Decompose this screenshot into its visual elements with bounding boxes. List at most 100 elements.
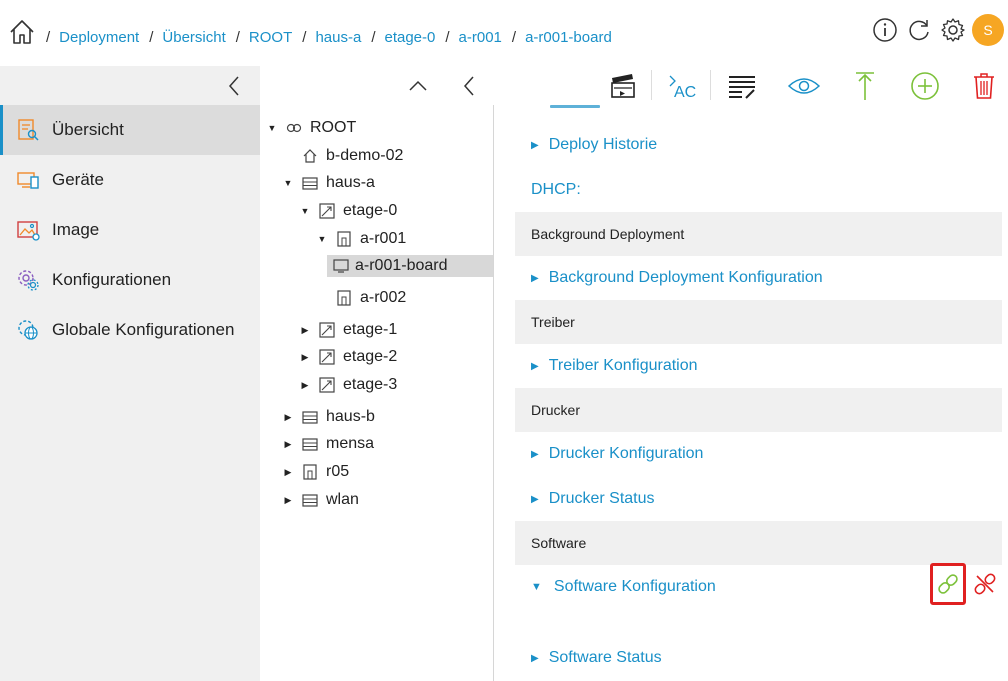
home-icon[interactable] [8,18,36,46]
expand-toggle-icon[interactable]: ▶ [299,352,311,363]
sidebar-item-image[interactable]: Image [0,205,260,255]
expand-toggle-icon[interactable]: ▼ [282,178,294,188]
expand-toggle-icon[interactable]: ▶ [282,495,294,506]
caret-down-icon: ▼ [531,581,542,593]
tree-node-a-r002[interactable]: a-r002 [316,287,406,309]
expand-toggle-icon[interactable]: ▶ [299,380,311,391]
tree-node-etage-0[interactable]: ▼ etage-0 [299,200,398,222]
tree-node-a-r001[interactable]: ▼ a-r001 [316,228,407,250]
sidebar: Übersicht Geräte Image Konfigurationen G… [0,66,260,681]
breadcrumb-deployment[interactable]: Deployment [59,29,139,46]
expand-toggle-icon[interactable]: ▼ [266,123,278,133]
tree-node-wlan[interactable]: ▶ wlan [282,489,359,511]
sidebar-item-label: Image [52,220,100,239]
caret-right-icon: ▶ [531,360,539,372]
dhcp-label: DHCP: [531,181,581,198]
building-icon [302,436,318,452]
room-icon [336,290,352,306]
collapse-tree-chevron-left-icon[interactable] [457,70,481,102]
expand-toggle-icon[interactable]: ▶ [299,325,311,336]
tree-node-haus-a[interactable]: ▼ haus-a [282,172,375,194]
tree-node-r05[interactable]: ▶ r05 [282,461,350,483]
sidebar-item-label: Geräte [52,170,104,189]
treiber-konfiguration-link[interactable]: ▶ Treiber Konfiguration [531,357,698,375]
section-header-treiber: Treiber [515,300,1002,344]
expand-toggle-icon[interactable]: ▶ [282,439,294,450]
refresh-icon[interactable] [902,14,936,46]
expand-toggle-icon[interactable]: ▼ [299,206,311,216]
unlink-chain-icon[interactable] [967,563,1003,605]
tree-node-etage-2[interactable]: ▶ etage-2 [299,346,398,368]
tree-node-etage-3[interactable]: ▶ etage-3 [299,374,398,396]
room-icon [302,464,318,480]
delete-trash-icon[interactable] [968,70,1000,102]
devices-icon [15,167,41,193]
building-icon [302,409,318,425]
upload-arrow-icon[interactable] [848,70,882,102]
sidebar-item-globale-konfigurationen[interactable]: Globale Konfigurationen [0,305,260,355]
tree-node-a-r001-board[interactable]: a-r001-board [327,255,493,277]
collapse-up-chevron-icon[interactable] [403,70,433,102]
tree-node-etage-1[interactable]: ▶ etage-1 [299,319,398,341]
add-plus-icon[interactable] [908,70,942,102]
sidebar-nav: Übersicht Geräte Image Konfigurationen G… [0,105,260,355]
svg-text:AC: AC [674,84,696,101]
software-konfiguration-link[interactable]: ▼ Software Konfiguration [531,578,716,596]
tree-node-haus-b[interactable]: ▶ haus-b [282,406,375,428]
breadcrumb-uebersicht[interactable]: Übersicht [162,29,225,46]
deploy-clapperboard-icon[interactable] [606,70,640,102]
breadcrumb-a-r001[interactable]: a-r001 [459,29,502,46]
list-edit-icon[interactable] [725,70,759,102]
building-icon [302,175,318,191]
sidebar-item-label: Konfigurationen [52,270,172,289]
breadcrumb-a-r001-board[interactable]: a-r001-board [525,29,612,46]
tree-node-root[interactable]: ▼ ROOT [266,117,357,139]
building-icon [302,492,318,508]
floor-icon [319,203,335,219]
caret-right-icon: ▶ [531,272,539,284]
config-icon [15,267,41,293]
room-icon [336,231,352,247]
floor-icon [319,349,335,365]
drucker-konfiguration-link[interactable]: ▶ Drucker Konfiguration [531,445,703,463]
detail-panel: ▶ Deploy Historie DHCP: Background Deplo… [495,105,1008,681]
drucker-status-link[interactable]: ▶ Drucker Status [531,490,655,508]
sidebar-item-label: Globale Konfigurationen [52,320,235,339]
user-avatar[interactable]: S [972,14,1004,46]
tree-node-b-demo-02[interactable]: b-demo-02 [282,145,403,167]
expand-toggle-icon[interactable]: ▶ [282,412,294,423]
info-icon[interactable] [868,14,902,46]
sidebar-item-label: Übersicht [52,120,124,139]
sidebar-item-konfigurationen[interactable]: Konfigurationen [0,255,260,305]
sidebar-item-uebersicht[interactable]: Übersicht [0,105,260,155]
breadcrumb-root[interactable]: ROOT [249,29,292,46]
expand-toggle-icon[interactable]: ▶ [282,467,294,478]
section-header-background-deployment: Background Deployment [515,212,1002,256]
deploy-historie-link[interactable]: ▶ Deploy Historie [531,136,657,154]
breadcrumb-etage-0[interactable]: etage-0 [384,29,435,46]
tree-panel: ▼ ROOT b-demo-02 ▼ haus-a ▼ etage-0 ▼ a-… [260,105,494,681]
ac-text-icon[interactable]: AC [662,70,702,102]
collapse-sidebar-chevron-left-icon[interactable] [226,74,242,98]
eye-icon[interactable] [786,70,822,102]
breadcrumb: / Deployment / Übersicht / ROOT / haus-a… [46,29,612,46]
expand-toggle-icon[interactable]: ▼ [316,234,328,244]
top-bar: / Deployment / Übersicht / ROOT / haus-a… [0,0,1008,66]
sidebar-item-geraete[interactable]: Geräte [0,155,260,205]
link-chain-icon[interactable] [930,563,966,605]
caret-right-icon: ▶ [531,139,539,151]
settings-gear-icon[interactable] [936,14,970,46]
software-status-link[interactable]: ▶ Software Status [531,649,662,667]
section-header-drucker: Drucker [515,388,1002,432]
house-icon [302,148,318,164]
top-actions: S [868,14,1008,46]
floor-icon [319,322,335,338]
caret-right-icon: ▶ [531,448,539,460]
background-deployment-konfiguration-link[interactable]: ▶ Background Deployment Konfiguration [531,269,823,287]
caret-right-icon: ▶ [531,493,539,505]
overview-icon [15,117,41,143]
caret-right-icon: ▶ [531,652,539,664]
image-icon [15,217,41,243]
tree-node-mensa[interactable]: ▶ mensa [282,433,375,455]
breadcrumb-haus-a[interactable]: haus-a [315,29,361,46]
